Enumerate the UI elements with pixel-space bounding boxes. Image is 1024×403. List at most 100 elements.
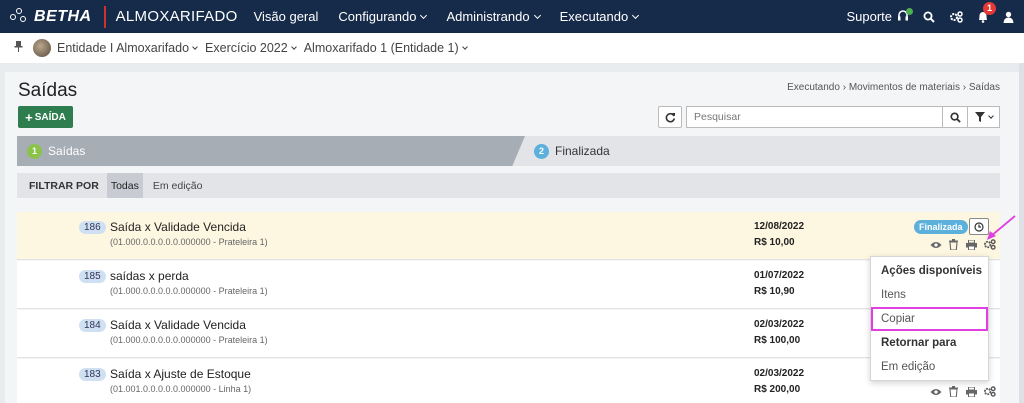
chevron-down-icon xyxy=(987,112,994,119)
item-location: (01.000.0.0.0.0.0.000000 - Prateleira 1) xyxy=(110,286,268,296)
nav-label: Administrando xyxy=(446,9,530,24)
refresh-icon xyxy=(665,112,675,122)
online-status-dot xyxy=(906,8,913,15)
nav-label: Configurando xyxy=(338,9,417,24)
top-navbar: BETHA ALMOXARIFADO Visão geral Configura… xyxy=(0,0,1024,33)
scrollbar[interactable] xyxy=(1019,63,1024,403)
actions-dropdown-menu: Ações disponíveis Itens Copiar Retornar … xyxy=(870,256,989,381)
warehouse-selector[interactable]: Almoxarifado 1 (Entidade 1) xyxy=(303,41,468,55)
dropdown-section-header: Retornar para xyxy=(881,337,957,349)
item-value: R$ 10,00 xyxy=(754,237,795,248)
main-panel: Saídas Executando › Movimentos de materi… xyxy=(5,72,1020,403)
list-item[interactable]: 185 saídas x perda (01.000.0.0.0.0.0.000… xyxy=(17,261,1000,309)
menu-item-copiar[interactable]: Copiar xyxy=(881,313,915,325)
annotation-arrow-icon xyxy=(987,215,1016,240)
dropdown-header: Ações disponíveis xyxy=(881,265,982,277)
user-icon[interactable] xyxy=(1003,11,1014,23)
notifications-bell-icon[interactable]: 1 xyxy=(977,2,996,23)
id-badge: 183 xyxy=(79,368,106,381)
search-input[interactable] xyxy=(686,106,943,128)
item-location: (01.000.0.0.0.0.0.000000 - Prateleira 1) xyxy=(110,237,268,247)
list-item[interactable]: 186 Saída x Validade Vencida (01.000.0.0… xyxy=(17,212,1000,260)
pin-icon[interactable] xyxy=(14,41,23,55)
step-number-badge: 2 xyxy=(534,143,549,159)
menu-item-em-edicao[interactable]: Em edição xyxy=(881,361,935,373)
filter-dropdown-button[interactable] xyxy=(967,106,1000,128)
view-eye-icon[interactable] xyxy=(929,238,942,251)
item-location: (01.000.0.0.0.0.0.000000 - Prateleira 1) xyxy=(110,335,268,345)
settings-gears-icon[interactable] xyxy=(949,10,963,23)
entity-avatar xyxy=(33,39,51,57)
entity-label: Entidade I Almoxarifado xyxy=(57,41,190,55)
nav-label: Visão geral xyxy=(253,9,319,24)
item-title: Saída x Validade Vencida xyxy=(110,318,246,332)
step-number-badge: 1 xyxy=(27,143,42,159)
workflow-steps: 1 Saídas 2 Finalizada xyxy=(17,136,1000,166)
chevron-down-icon xyxy=(632,11,640,19)
app-name[interactable]: ALMOXARIFADO xyxy=(116,8,238,25)
item-date: 12/08/2022 xyxy=(754,221,805,232)
item-date: 02/03/2022 xyxy=(754,319,805,330)
search-button[interactable] xyxy=(942,106,968,128)
nav-executando[interactable]: Executando xyxy=(559,9,640,24)
menu-item-itens[interactable]: Itens xyxy=(881,289,906,301)
headset-icon xyxy=(897,8,913,23)
item-title: saídas x perda xyxy=(110,269,189,283)
filter-option-todas[interactable]: Todas xyxy=(106,173,143,198)
search-icon[interactable] xyxy=(923,11,935,23)
item-value: R$ 100,00 xyxy=(754,335,801,346)
chevron-down-icon xyxy=(192,43,198,50)
step-saidas[interactable]: 1 Saídas xyxy=(17,136,525,166)
support-link[interactable]: Suporte xyxy=(846,8,913,24)
item-value: R$ 10,90 xyxy=(754,286,795,297)
warehouse-label: Almoxarifado 1 (Entidade 1) xyxy=(303,41,459,55)
add-saida-button[interactable]: + SAÍDA xyxy=(18,106,73,128)
breadcrumb[interactable]: Executando › Movimentos de materiais › S… xyxy=(787,82,1000,93)
list-item[interactable]: 184 Saída x Validade Vencida (01.000.0.0… xyxy=(17,310,1000,358)
refresh-button[interactable] xyxy=(658,106,682,128)
exercise-selector[interactable]: Exercício 2022 xyxy=(205,41,297,55)
support-label: Suporte xyxy=(846,9,892,24)
step-label: Saídas xyxy=(48,144,86,158)
filter-icon xyxy=(974,112,985,122)
delete-trash-icon[interactable] xyxy=(947,238,960,251)
nav-administrando[interactable]: Administrando xyxy=(446,9,541,24)
delete-trash-icon[interactable] xyxy=(947,385,960,398)
add-button-label: SAÍDA xyxy=(34,111,66,123)
exercise-label: Exercício 2022 xyxy=(205,41,288,55)
id-badge: 185 xyxy=(79,270,106,283)
chevron-down-icon xyxy=(461,43,468,50)
step-label: Finalizada xyxy=(555,144,610,158)
filter-bar: FILTRAR POR Todas Em edição xyxy=(17,173,1000,198)
item-title: Saída x Validade Vencida xyxy=(110,220,246,234)
entity-selector[interactable]: Entidade I Almoxarifado xyxy=(57,41,198,55)
filter-label: FILTRAR POR xyxy=(29,179,99,192)
brand-name: BETHA xyxy=(34,7,92,25)
step-finalizada[interactable]: 2 Finalizada xyxy=(534,136,610,166)
view-eye-icon[interactable] xyxy=(929,385,942,398)
id-badge: 186 xyxy=(79,221,106,234)
plus-icon: + xyxy=(25,109,33,125)
print-icon[interactable] xyxy=(965,238,978,251)
chevron-down-icon xyxy=(533,11,541,19)
item-date: 02/03/2022 xyxy=(754,368,805,379)
notification-count-badge: 1 xyxy=(983,2,996,15)
search-icon xyxy=(949,111,961,123)
actions-gears-icon[interactable] xyxy=(983,385,996,398)
print-icon[interactable] xyxy=(965,385,978,398)
item-value: R$ 200,00 xyxy=(754,384,801,395)
nav-visao-geral[interactable]: Visão geral xyxy=(254,9,319,24)
list-item[interactable]: 183 Saída x Ajuste de Estoque (01.001.0.… xyxy=(17,359,1000,403)
status-badge: Finalizada xyxy=(914,220,968,234)
nav-label: Executando xyxy=(559,9,629,24)
chevron-down-icon xyxy=(290,43,297,50)
item-title: Saída x Ajuste de Estoque xyxy=(110,367,251,381)
chevron-down-icon xyxy=(420,11,428,19)
brand-separator xyxy=(103,5,106,28)
filter-option-em-edicao[interactable]: Em edição xyxy=(149,173,207,198)
brand-logo[interactable]: BETHA xyxy=(10,0,92,33)
item-date: 01/07/2022 xyxy=(754,270,805,281)
id-badge: 184 xyxy=(79,319,106,332)
nav-configurando[interactable]: Configurando xyxy=(338,9,428,24)
clock-icon xyxy=(974,221,984,232)
